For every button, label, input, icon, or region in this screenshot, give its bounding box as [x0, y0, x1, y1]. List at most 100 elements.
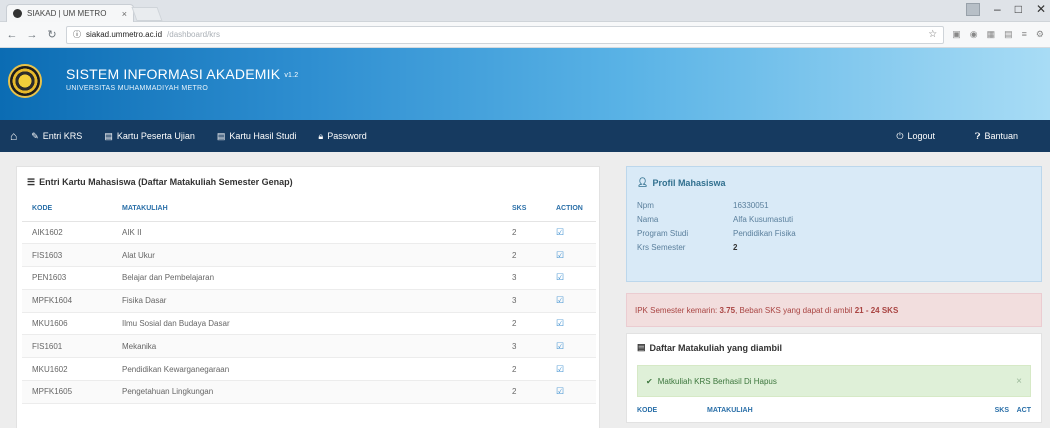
- nav-password[interactable]: 🔒︎ Password: [318, 131, 366, 142]
- table-header-row: KODE MATAKULIAH SKS ACTION: [22, 197, 596, 222]
- select-course-icon[interactable]: ☑: [556, 272, 564, 282]
- cell-sks: 2: [502, 380, 546, 404]
- table-row: AIK1602 AIK II 2 ☑: [22, 221, 596, 245]
- cell-kode: AIK1602: [22, 221, 112, 245]
- logout-link[interactable]: ⏻ Logout: [896, 131, 935, 142]
- url-host: siakad.ummetro.ac.id: [86, 30, 163, 39]
- select-course-icon[interactable]: ☑: [556, 364, 564, 374]
- cell-action: ☑: [546, 357, 596, 382]
- minimize-icon[interactable]: –: [994, 2, 1001, 16]
- extension-icon[interactable]: ≡: [1022, 29, 1027, 40]
- extension-icon[interactable]: ▣: [952, 29, 961, 40]
- close-window-icon[interactable]: ✕: [1036, 2, 1046, 16]
- cell-sks: 3: [502, 266, 546, 290]
- taken-col-sks: SKS: [994, 407, 1010, 414]
- profile-title-text: Profil Mahasiswa: [652, 177, 726, 188]
- cell-matakuliah: Fisika Dasar: [112, 289, 502, 313]
- extension-icon[interactable]: ◉: [970, 29, 978, 40]
- app-banner: SISTEM INFORMASI AKADEMIK v1.2 UNIVERSIT…: [0, 48, 1050, 120]
- app-version: v1.2: [284, 71, 299, 79]
- cell-action: ☑: [546, 334, 596, 359]
- lock-icon: 🔒︎: [318, 130, 324, 141]
- extension-icon[interactable]: ▦: [987, 29, 996, 40]
- main-content: ☰ Entri Kartu Mahasiswa (Daftar Matakuli…: [0, 152, 1050, 428]
- profile-value: Pendidikan Fisika: [733, 228, 796, 238]
- user-icon: 👤︎: [637, 177, 649, 187]
- profile-row: Program Studi Pendidikan Fisika: [637, 226, 1031, 240]
- nav-label: Kartu Peserta Ujian: [116, 131, 195, 141]
- select-course-icon[interactable]: ☑: [556, 227, 564, 237]
- krs-title-text: Entri Kartu Mahasiswa (Daftar Matakuliah…: [39, 177, 293, 187]
- new-tab-button[interactable]: [131, 7, 163, 21]
- taken-table-header: KODE MATAKULIAH SKS ACT: [637, 407, 1031, 414]
- cell-action: ☑: [546, 221, 596, 245]
- back-icon[interactable]: ←: [6, 29, 18, 41]
- reload-icon[interactable]: ↻: [46, 28, 58, 41]
- taken-title-text: Daftar Matakuliah yang diambil: [649, 342, 783, 353]
- right-column: 👤︎ Profil Mahasiswa Npm 16330051 Nama Alfa …: [626, 166, 1042, 423]
- cell-kode: MKU1602: [22, 357, 112, 382]
- cell-action: ☑: [546, 380, 596, 404]
- cell-action: ☑: [546, 243, 596, 268]
- nav-kartu-peserta-ujian[interactable]: ▤ Kartu Peserta Ujian: [104, 131, 195, 142]
- taken-col-matakuliah: MATAKULIAH: [707, 407, 753, 414]
- logout-label: Logout: [907, 131, 936, 141]
- alert-close-icon[interactable]: ×: [1016, 376, 1022, 387]
- select-course-icon[interactable]: ☑: [556, 386, 564, 396]
- table-row: MPFK1605 Pengetahuan Lingkungan 2 ☑: [22, 380, 596, 404]
- user-profile-icon[interactable]: [966, 2, 980, 16]
- card-icon: ▤: [104, 130, 113, 141]
- question-icon: ❓︎: [975, 130, 981, 141]
- window-controls: – □ ✕: [966, 2, 1046, 16]
- maximize-icon[interactable]: □: [1015, 2, 1022, 16]
- table-row: MKU1606 Ilmu Sosial dan Budaya Dasar 2 ☑: [22, 312, 596, 336]
- profile-title: 👤︎ Profil Mahasiswa: [637, 177, 1031, 188]
- cell-sks: 2: [502, 312, 546, 336]
- profile-row: Npm 16330051: [637, 198, 1031, 212]
- url-path: /dashboard/krs: [167, 30, 220, 39]
- ipk-alert: IPK Semester kemarin: 3.75, Beban SKS ya…: [626, 293, 1042, 327]
- profile-row: Nama Alfa Kusumastuti: [637, 212, 1031, 226]
- nav-label: Entri KRS: [42, 131, 83, 141]
- cell-action: ☑: [546, 289, 596, 313]
- col-matakuliah: MATAKULIAH: [112, 197, 502, 222]
- cell-action: ☑: [546, 312, 596, 336]
- profile-label: Krs Semester: [637, 242, 686, 252]
- forward-icon[interactable]: →: [26, 29, 38, 41]
- taken-col-kode: KODE: [637, 407, 658, 414]
- select-course-icon[interactable]: ☑: [556, 295, 564, 305]
- browser-tab[interactable]: SIAKAD | UM METRO ×: [6, 4, 134, 22]
- success-alert: ✔ Matkuliah KRS Berhasil Di Hapus ×: [637, 365, 1031, 397]
- cell-kode: FIS1601: [22, 334, 112, 359]
- profile-value: 2: [733, 242, 738, 252]
- info-icon[interactable]: ⓘ: [73, 29, 81, 40]
- select-course-icon[interactable]: ☑: [556, 341, 564, 351]
- main-nav: ⌂ ✎ Entri KRS ▤ Kartu Peserta Ujian ▤ Kartu…: [0, 120, 1050, 152]
- home-icon[interactable]: ⌂: [10, 129, 17, 143]
- cell-kode: MPFK1604: [22, 289, 112, 313]
- select-course-icon[interactable]: ☑: [556, 318, 564, 328]
- app-subtitle: UNIVERSITAS MUHAMMADIYAH METRO: [66, 85, 209, 92]
- help-link[interactable]: ❓︎ Bantuan: [975, 131, 1018, 142]
- tab-close-icon[interactable]: ×: [122, 9, 127, 19]
- nav-kartu-hasil-studi[interactable]: ▤ Kartu Hasil Studi: [217, 131, 297, 142]
- cell-matakuliah: Ilmu Sosial dan Budaya Dasar: [112, 312, 502, 336]
- checkmark-icon: ✔: [646, 376, 653, 386]
- address-bar-row: ← → ↻ ⓘ siakad.ummetro.ac.id/dashboard/k…: [0, 22, 1050, 48]
- edit-icon: ✎: [31, 130, 39, 141]
- extension-icon[interactable]: ▤: [1004, 29, 1013, 40]
- taken-panel: ▤ Daftar Matakuliah yang diambil ✔ Matku…: [626, 333, 1042, 423]
- help-label: Bantuan: [984, 131, 1018, 141]
- url-input[interactable]: ⓘ siakad.ummetro.ac.id/dashboard/krs ☆: [66, 25, 945, 44]
- cell-matakuliah: AIK II: [112, 221, 502, 245]
- extension-icon[interactable]: ⚙: [1036, 29, 1044, 40]
- nav-entri-krs[interactable]: ✎ Entri KRS: [31, 131, 82, 142]
- card-icon: ▤: [216, 130, 226, 141]
- profile-label: Npm: [637, 200, 654, 210]
- profile-row: Krs Semester 2: [637, 240, 1031, 254]
- bookmark-star-icon[interactable]: ☆: [928, 29, 937, 40]
- select-course-icon[interactable]: ☑: [556, 250, 564, 260]
- col-action: ACTION: [546, 197, 596, 222]
- cell-matakuliah: Mekanika: [112, 334, 502, 359]
- table-row: MKU1602 Pendidikan Kewarganegaraan 2 ☑: [22, 357, 596, 382]
